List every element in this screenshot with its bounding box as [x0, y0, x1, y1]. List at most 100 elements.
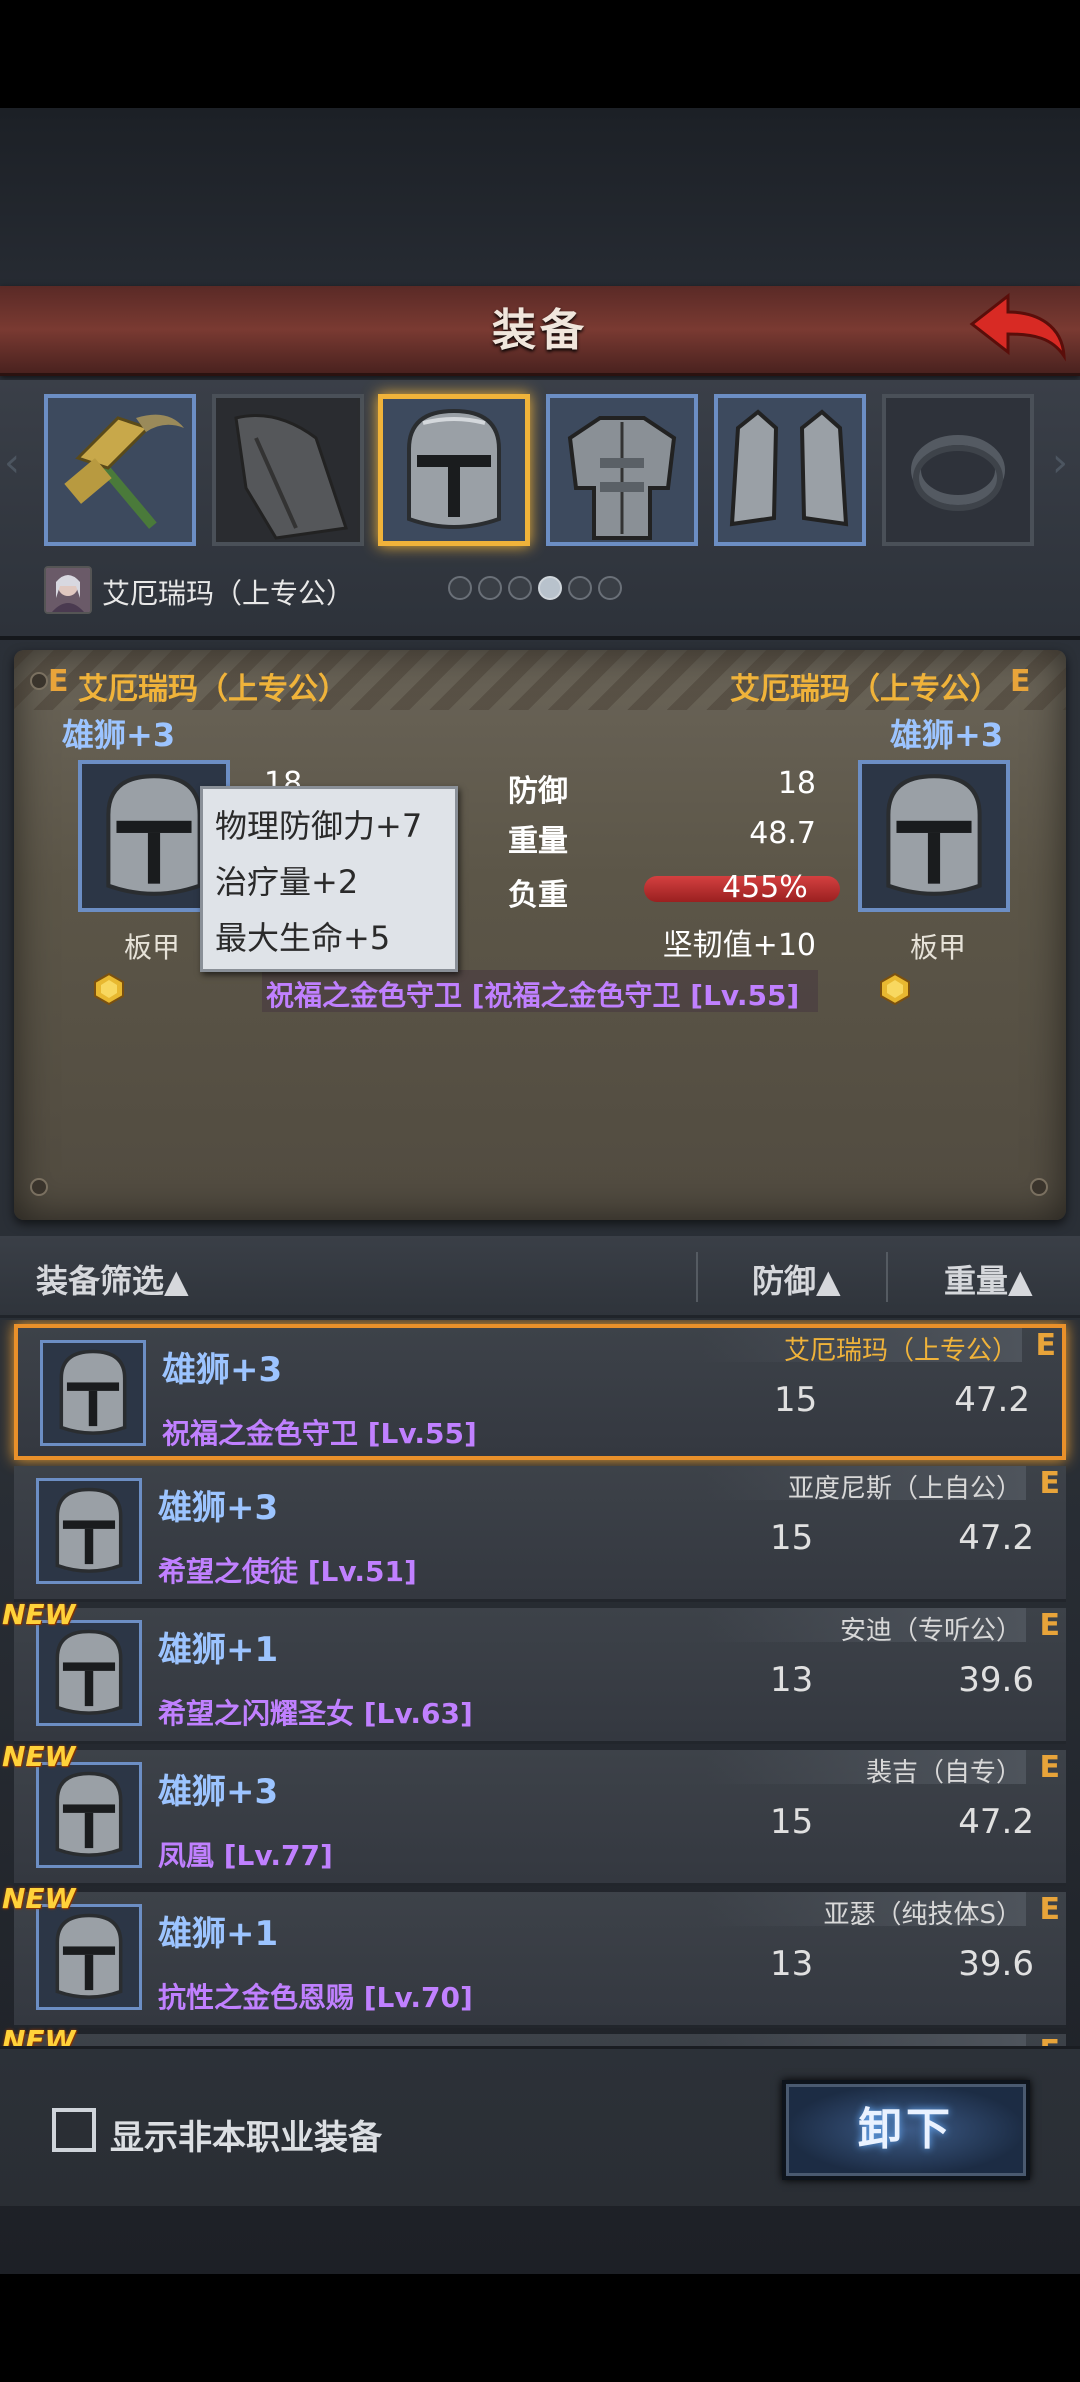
new-badge: NEW [2, 1598, 76, 1631]
stat-weight-value: 48.7 [749, 816, 816, 851]
filter-sort-button[interactable]: 装备筛选▲ [36, 1256, 189, 1302]
item-weight: 47.2 [958, 1518, 1034, 1558]
left-type: 板甲 [124, 931, 181, 964]
helmet-icon [407, 408, 501, 529]
right-item-icon-box [858, 760, 1010, 912]
helmet-icon [886, 774, 982, 896]
owner-backdrop [706, 2034, 1026, 2046]
item-owner: 亚度尼斯（上自公） [787, 1474, 1022, 1504]
item-icon-box [40, 1340, 146, 1446]
sort-defense-button[interactable]: 防御▲ [752, 1256, 841, 1302]
item-name: 雄狮+1 [158, 1630, 279, 1670]
item-set: 抗性之金色恩赐 [Lv.70] [158, 1981, 473, 2014]
back-button[interactable] [968, 290, 1068, 368]
right-owner: 艾厄瑞玛（上专公） [730, 672, 1000, 707]
slot-right-arrow-icon[interactable]: › [1052, 440, 1072, 500]
item-owner: 亚瑟（纯技体S） [823, 1900, 1022, 1930]
item-set: 希望之闪耀圣女 [Lv.63] [158, 1697, 473, 1730]
unequip-button[interactable]: 卸下 [782, 2080, 1030, 2180]
gem-icon [94, 972, 124, 1006]
tooltip-line: 最大生命+5 [215, 919, 391, 957]
right-type: 板甲 [910, 931, 967, 964]
helmet-icon [59, 1349, 127, 1435]
show-other-class-checkbox[interactable] [52, 2108, 96, 2152]
item-name: 雄狮+3 [158, 1772, 279, 1812]
item-name: 雄狮+3 [158, 1488, 279, 1528]
ring-icon [911, 435, 1005, 511]
list-item[interactable]: 亚度尼斯（上自公） E 雄狮+3 希望之使徒 [Lv.51] 15 47.2 [14, 1466, 1066, 1602]
item-name: 雄狮+3 [162, 1350, 283, 1390]
item-weight: 47.2 [958, 1802, 1034, 1842]
item-set: 凤凰 [Lv.77] [158, 1839, 333, 1872]
item-icon-box [36, 1478, 142, 1584]
stat-load-label: 负重 [508, 878, 568, 913]
list-item[interactable]: 裴吉（自专） E 雄狮+3 凤凰 [Lv.77] 15 47.2 NEW [2, 1740, 1066, 1886]
slot-helmet[interactable] [378, 394, 530, 546]
header-divider [886, 1252, 888, 1302]
character-name: 艾厄瑞玛（上专公） [102, 577, 355, 610]
chest-armor-icon [567, 416, 677, 540]
navigation-bar-area [0, 2274, 1080, 2382]
helmet-icon [55, 1771, 123, 1857]
page-dot [478, 576, 502, 600]
list-item[interactable]: 亚瑟（纯技体S） E 雄狮+1 抗性之金色恩赐 [Lv.70] 13 39.6 NEW [2, 1882, 1066, 2028]
rivet-icon [1030, 1178, 1048, 1196]
item-rank: E [1039, 1466, 1061, 1501]
item-rank: E [1039, 1892, 1061, 1927]
list-item[interactable]: 艾厄瑞玛（上专公） E 雄狮+3 祝福之金色守卫 [Lv.55] 15 47.2 [14, 1324, 1066, 1460]
right-rank: E [1010, 664, 1031, 699]
unequip-label: 卸下 [858, 2104, 954, 2155]
cape-icon [234, 414, 348, 540]
item-owner: 艾厄瑞玛（上专公） [783, 1336, 1018, 1366]
item-icon-box [36, 1620, 142, 1726]
right-item-name: 雄狮+3 [890, 716, 1004, 754]
item-weight: 39.6 [958, 1660, 1034, 1700]
stat-weight-label: 重量 [508, 824, 568, 859]
avatar [44, 566, 92, 614]
status-bar-area [0, 0, 1080, 108]
item-set: 祝福之金色守卫 [Lv.55] [162, 1417, 477, 1450]
new-badge: NEW [2, 2024, 76, 2046]
tooltip-line: 治疗量+2 [215, 863, 359, 901]
stat-toughness: 坚韧值+10 [662, 928, 816, 963]
gem-icon [880, 972, 910, 1006]
equipment-list: 艾厄瑞玛（上专公） E 雄狮+3 祝福之金色守卫 [Lv.55] 15 47.2 亚度尼斯（… [0, 1320, 1080, 2046]
item-set: 希望之使徒 [Lv.51] [158, 1555, 417, 1588]
item-defense: 15 [770, 1802, 814, 1842]
helmet-icon [55, 1487, 123, 1573]
item-defense: 13 [770, 1660, 814, 1700]
stat-load-value: 455% [722, 870, 808, 905]
sort-weight-button[interactable]: 重量▲ [944, 1256, 1033, 1302]
item-weight: 39.6 [958, 1944, 1034, 1984]
helmet-icon [55, 1629, 123, 1715]
item-name: 雄狮+1 [158, 1914, 279, 1954]
item-rank: E [1040, 2034, 1061, 2046]
header-divider [696, 1252, 698, 1302]
slot-left-arrow-icon[interactable]: ‹ [4, 440, 24, 500]
slot-armor[interactable] [546, 394, 698, 546]
page-title: 装备 [492, 305, 588, 356]
item-rank: E [1039, 1608, 1061, 1643]
item-defense: 13 [770, 1944, 814, 1984]
slot-weapon[interactable] [44, 394, 196, 546]
stat-def-value: 18 [777, 766, 816, 801]
hammer-icon [64, 414, 184, 529]
list-item[interactable]: 安迪（专听公） E 雄狮+1 希望之闪耀圣女 [Lv.63] 13 39.6 NEW [2, 1598, 1066, 1744]
item-owner: 裴吉（自专） [865, 1758, 1022, 1788]
slot-boots[interactable] [714, 394, 866, 546]
stat-tooltip: 物理防御力+7 治疗量+2 最大生命+5 [200, 786, 458, 972]
slot-cape[interactable] [212, 394, 364, 546]
show-other-class-label[interactable]: 显示非本职业装备 [110, 2110, 382, 2159]
list-item[interactable]: E NEW [2, 2024, 1066, 2046]
new-badge: NEW [2, 1740, 76, 1773]
slot-ring[interactable] [882, 394, 1034, 546]
item-icon-box [36, 1904, 142, 2010]
rivet-icon [30, 1178, 48, 1196]
item-weight: 47.2 [954, 1380, 1030, 1420]
new-badge: NEW [2, 1882, 76, 1915]
left-rank: E [48, 664, 69, 699]
page-dot [568, 576, 592, 600]
item-rank: E [1039, 1750, 1061, 1785]
tooltip-line: 物理防御力+7 [215, 807, 423, 845]
boots-icon [729, 409, 849, 527]
